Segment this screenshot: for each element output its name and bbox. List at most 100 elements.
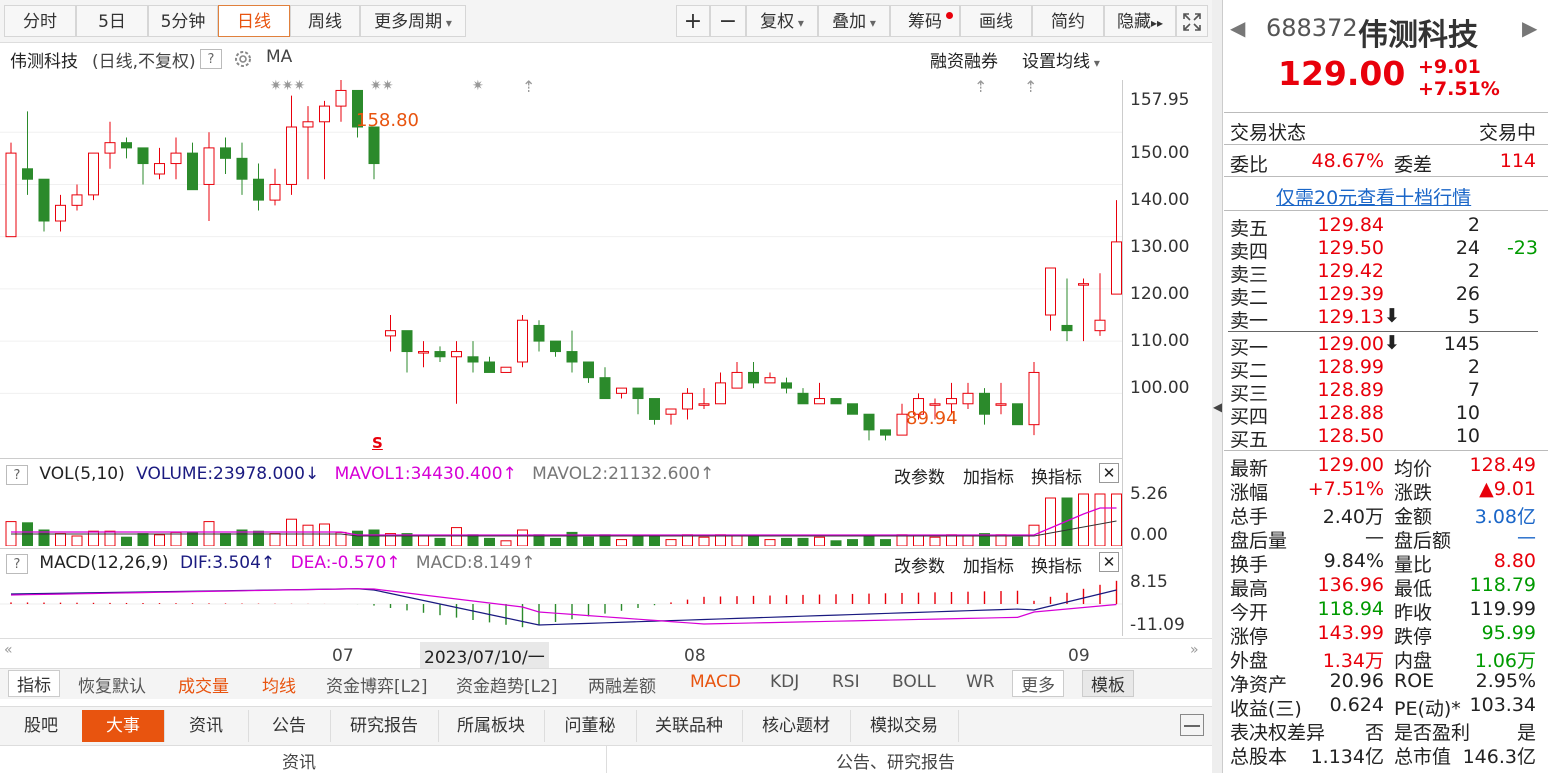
close-icon[interactable]: ✕ — [1099, 463, 1119, 483]
candle-body — [335, 89, 347, 107]
announce-section-title: 公告、研究报告 — [836, 753, 955, 773]
overlay-button[interactable]: 叠加 — [818, 5, 890, 37]
book-price[interactable]: 128.99 — [1300, 356, 1384, 378]
set-ma-dropdown[interactable]: 设置均线 — [1022, 47, 1100, 72]
down-arrow-icon: ↓ — [304, 464, 320, 484]
hide-button[interactable]: 隐藏▸▸ — [1104, 5, 1176, 37]
macd-change-params[interactable]: 改参数 — [894, 552, 945, 577]
kdj-tab[interactable]: KDJ — [770, 672, 799, 692]
tab-more-periods[interactable]: 更多周期 — [360, 5, 466, 37]
scroll-left-icon[interactable]: « — [4, 642, 13, 658]
draw-button[interactable]: 画线 — [960, 5, 1032, 37]
volume-tab[interactable]: 成交量 — [178, 672, 229, 697]
volume-bar — [253, 530, 264, 546]
stat-label: 换手 — [1230, 554, 1269, 576]
candle-body — [55, 204, 66, 222]
tab-guba[interactable]: 股吧 — [0, 710, 83, 742]
event-s-marker[interactable]: S — [372, 434, 383, 452]
volume-bar — [863, 535, 875, 546]
tab-sim-trade[interactable]: 模拟交易 — [850, 710, 959, 742]
weibi-value: 48.67% — [1311, 150, 1384, 172]
book-price[interactable]: 129.84 — [1300, 214, 1384, 236]
tab-research[interactable]: 研究报告 — [330, 710, 439, 742]
volume-chart[interactable] — [0, 486, 1122, 546]
volume-bar — [434, 537, 446, 546]
stat-label: 涨幅 — [1230, 482, 1269, 504]
candle-body — [319, 105, 330, 123]
candlestick-chart[interactable] — [0, 80, 1122, 456]
ma-tab[interactable]: 均线 — [262, 672, 296, 697]
stat-value: 119.99 — [1469, 598, 1536, 620]
fund-game-tab[interactable]: 资金博弈[L2] — [326, 672, 428, 697]
book-price[interactable]: 129.39 — [1300, 283, 1384, 305]
candle-body — [1028, 371, 1040, 426]
tab-ask-secretary[interactable]: 问董秘 — [544, 710, 637, 742]
tab-weekly[interactable]: 周线 — [290, 5, 360, 37]
close-icon[interactable]: ✕ — [1099, 552, 1119, 572]
tab-news[interactable]: 资讯 — [164, 710, 249, 742]
fullscreen-icon[interactable] — [1176, 5, 1208, 37]
fund-trend-tab[interactable]: 资金趋势[L2] — [456, 672, 558, 697]
help-button[interactable]: ? — [200, 48, 222, 69]
rsi-tab[interactable]: RSI — [832, 672, 860, 692]
next-stock-icon[interactable]: ▶ — [1522, 16, 1537, 40]
ten-level-link[interactable]: 仅需20元查看十档行情 — [1276, 183, 1471, 210]
book-price[interactable]: 128.88 — [1300, 402, 1384, 424]
macd-chart[interactable] — [0, 576, 1122, 636]
book-price[interactable]: 129.50 — [1300, 237, 1384, 259]
tab-5min[interactable]: 5分钟 — [148, 5, 218, 37]
candle-body — [484, 361, 495, 373]
book-price[interactable]: 128.50 — [1300, 425, 1384, 447]
tab-events[interactable]: 大事 — [82, 710, 165, 742]
prev-stock-icon[interactable]: ◀ — [1230, 16, 1245, 40]
margin-diff-tab[interactable]: 两融差额 — [588, 672, 656, 697]
macd-tab[interactable]: MACD — [690, 672, 741, 692]
splitter[interactable] — [1212, 0, 1222, 773]
tab-core-themes[interactable]: 核心题材 — [742, 710, 851, 742]
candle-body — [599, 377, 611, 400]
vol-change-params[interactable]: 改参数 — [894, 463, 945, 488]
tab-announcements[interactable]: 公告 — [248, 710, 331, 742]
zoom-in-button[interactable]: + — [676, 5, 710, 37]
gear-icon[interactable] — [232, 48, 254, 74]
macd-add-indicator[interactable]: 加指标 — [963, 552, 1014, 577]
simple-button[interactable]: 简约 — [1032, 5, 1104, 37]
tab-daily[interactable]: 日线 — [218, 5, 290, 37]
volume-bar — [698, 536, 710, 546]
book-volume: 10 — [1455, 402, 1480, 424]
book-label: 卖一 — [1230, 310, 1269, 332]
vol-switch-indicator[interactable]: 换指标 — [1031, 463, 1082, 488]
indicator-tab[interactable]: 指标 — [8, 670, 60, 697]
book-price[interactable]: 129.13 — [1300, 306, 1384, 328]
tab-5day[interactable]: 5日 — [76, 5, 148, 37]
macd-switch-indicator[interactable]: 换指标 — [1031, 552, 1082, 577]
candle-body — [467, 356, 479, 363]
more-indicators-button[interactable]: 更多 — [1012, 670, 1064, 697]
adjust-button[interactable]: 复权 — [746, 5, 818, 37]
chips-button[interactable]: 筹码 — [890, 5, 960, 37]
candle-body — [1078, 283, 1089, 286]
candle-body — [781, 382, 792, 389]
help-button[interactable]: ? — [6, 465, 28, 485]
tab-intraday[interactable]: 分时 — [4, 5, 76, 37]
margin-trading-link[interactable]: 融资融券 — [930, 47, 998, 72]
wr-tab[interactable]: WR — [966, 672, 995, 692]
candle-body — [731, 371, 743, 389]
book-price[interactable]: 129.42 — [1300, 260, 1384, 282]
boll-tab[interactable]: BOLL — [892, 672, 936, 692]
tab-sectors[interactable]: 所属板块 — [438, 710, 545, 742]
book-volume: 26 — [1455, 283, 1480, 305]
zoom-out-button[interactable]: − — [710, 5, 746, 37]
book-price[interactable]: 128.89 — [1300, 379, 1384, 401]
collapse-arrow-icon[interactable]: ◀ — [1213, 400, 1222, 414]
book-price[interactable]: 129.00 — [1300, 333, 1384, 355]
collapse-panel-icon[interactable] — [1180, 714, 1204, 736]
reset-default-tab[interactable]: 恢复默认 — [78, 672, 146, 697]
template-button[interactable]: 模板 — [1082, 670, 1134, 697]
stat-value: +7.51% — [1307, 478, 1384, 500]
help-button[interactable]: ? — [6, 554, 28, 574]
tab-related[interactable]: 关联品种 — [636, 710, 743, 742]
panel-separator — [0, 458, 1122, 459]
vol-add-indicator[interactable]: 加指标 — [963, 463, 1014, 488]
scroll-right-icon[interactable]: » — [1190, 642, 1199, 658]
